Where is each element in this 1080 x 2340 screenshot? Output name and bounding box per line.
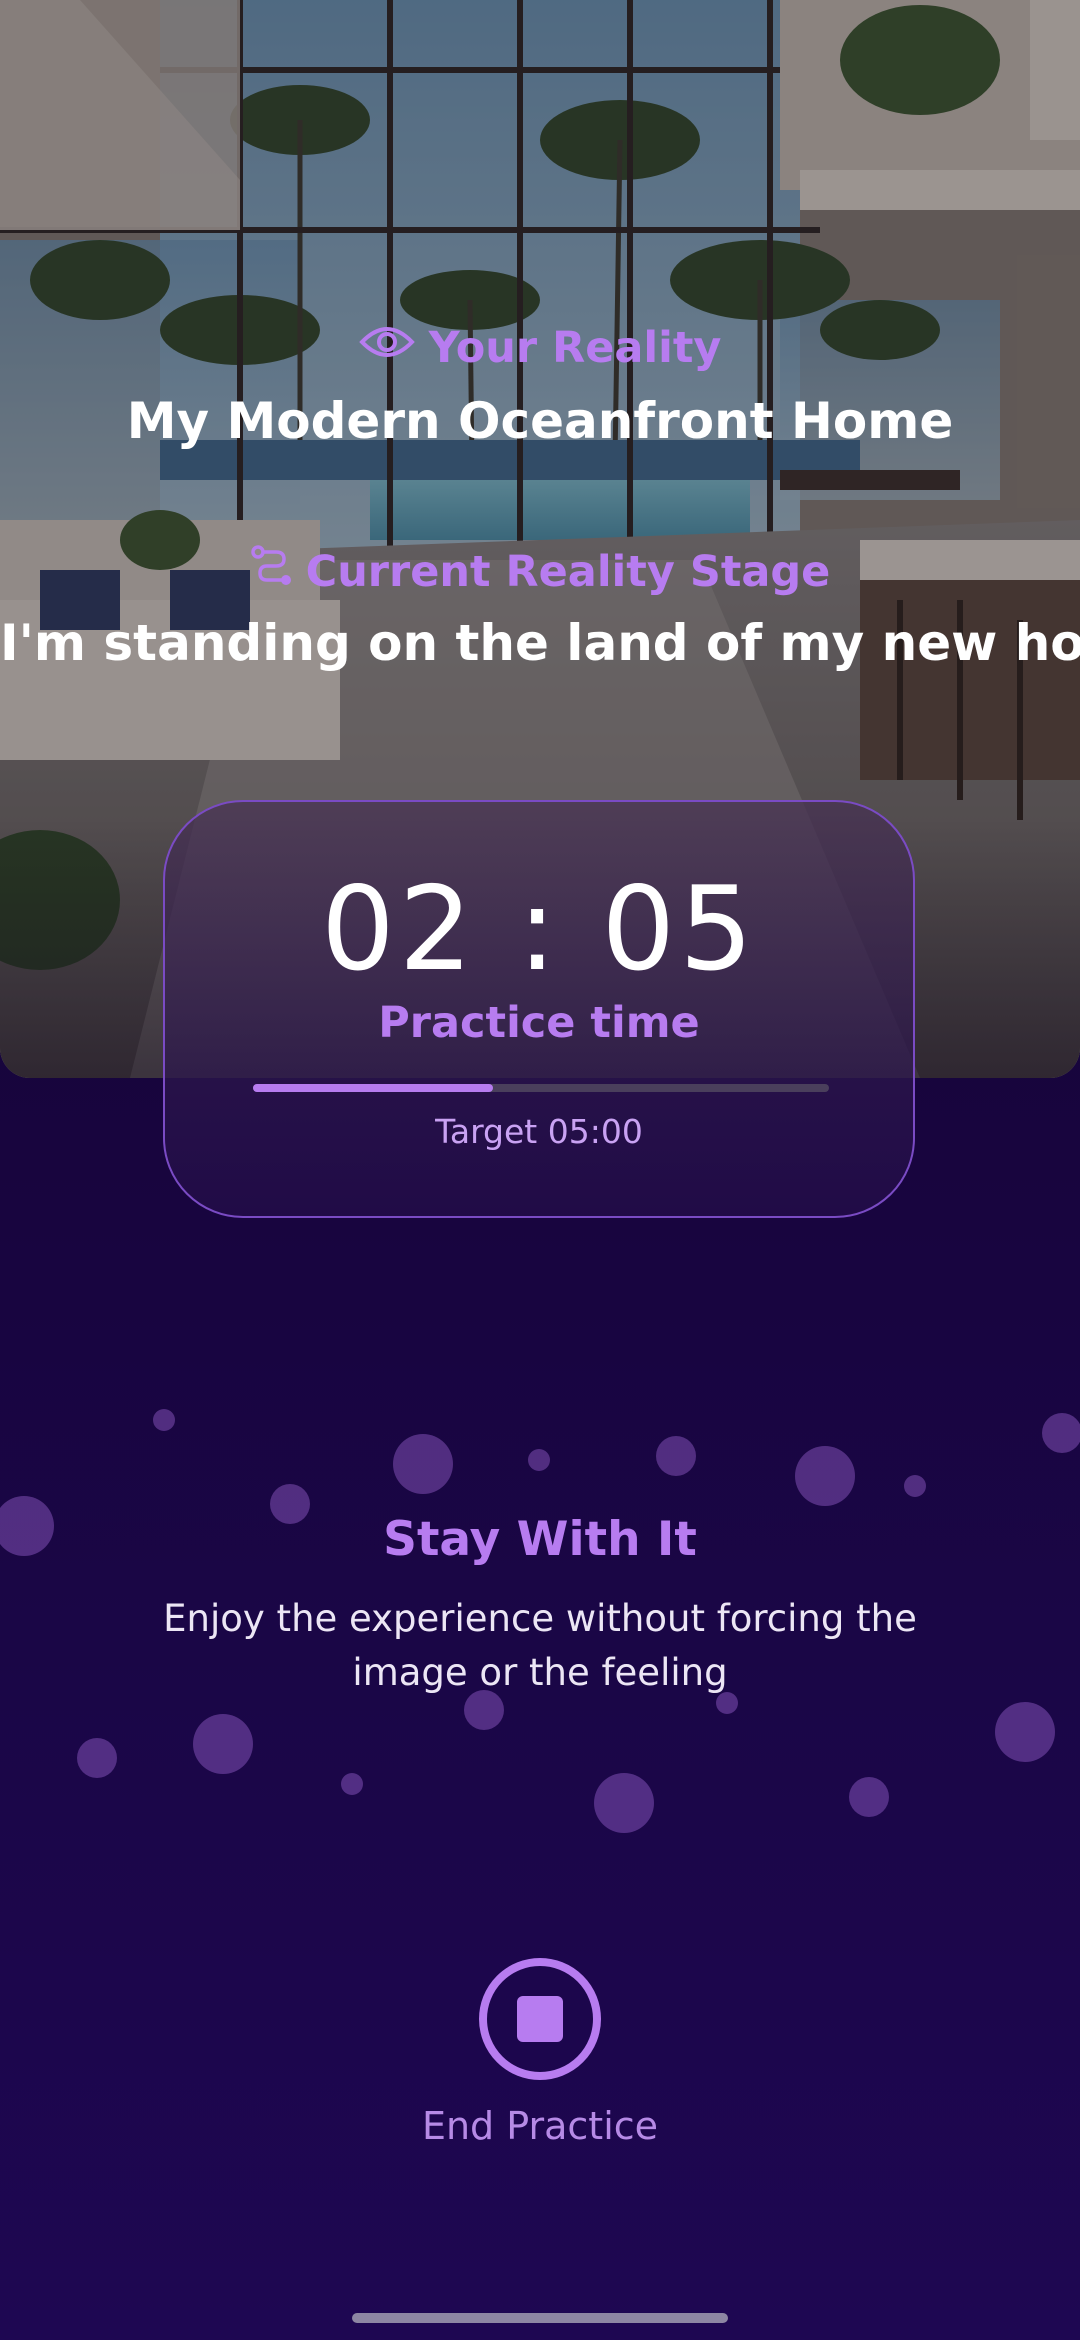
decorative-bubble [77, 1738, 117, 1778]
reality-title: My Modern Oceanfront Home [126, 392, 954, 450]
target-time: Target 05:00 [435, 1112, 643, 1151]
practice-progress-bar [253, 1084, 829, 1092]
end-practice-label[interactable]: End Practice [0, 2104, 1080, 2148]
decorative-bubble [393, 1434, 453, 1494]
decorative-bubble [594, 1773, 654, 1833]
current-stage-text: Current Reality Stage [305, 546, 831, 597]
decorative-bubble [995, 1702, 1055, 1762]
home-indicator[interactable] [352, 2313, 728, 2323]
decorative-bubble [153, 1409, 175, 1431]
route-icon [250, 544, 294, 599]
decorative-bubble [341, 1773, 363, 1795]
timer-value: 02 : 05 [320, 862, 758, 997]
decorative-bubble [528, 1449, 550, 1471]
decorative-bubble [1042, 1413, 1080, 1453]
end-practice-button[interactable] [479, 1958, 601, 2080]
current-stage-label: Current Reality Stage [0, 544, 1080, 599]
decorative-bubble [904, 1475, 926, 1497]
your-reality-label: Your Reality [0, 322, 1080, 373]
your-reality-text: Your Reality [428, 322, 722, 373]
decorative-bubble [193, 1714, 253, 1774]
practice-timer-card: 02 : 05 Practice time Target 05:00 [163, 800, 915, 1218]
stage-description: I'm standing on the land of my new home [0, 614, 1080, 672]
practice-time-label: Practice time [378, 998, 700, 1048]
eye-icon [358, 322, 415, 373]
guidance-subtitle: Enjoy the experience without forcing the… [163, 1597, 917, 1694]
practice-progress-fill [253, 1084, 494, 1092]
guidance-title: Stay With It [383, 1512, 697, 1567]
practice-screen: Your Reality My Modern Oceanfront Home C… [0, 0, 1080, 2340]
decorative-bubble [849, 1777, 889, 1817]
decorative-bubble [795, 1446, 855, 1506]
decorative-bubble [656, 1436, 696, 1476]
stop-icon [517, 1996, 563, 2042]
